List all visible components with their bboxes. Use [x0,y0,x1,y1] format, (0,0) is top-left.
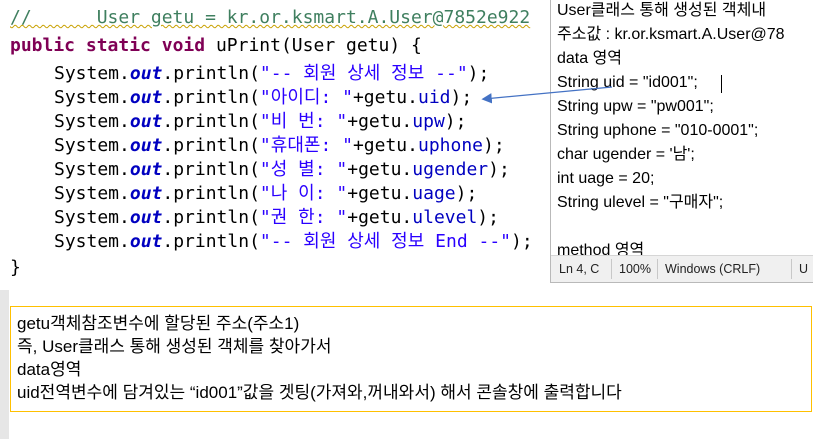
println-line: System.out.println("아이디: "+getu.uid); [54,87,473,108]
notepad-text-line[interactable]: char ugender = '남'; [557,143,695,167]
notepad-text-line[interactable]: int uage = 20; [557,167,654,191]
explanation-note: getu객체참조변수에 할당된 주소(주소1) 즉, User클래스 통해 생성된… [10,306,812,412]
method-signature: public static void uPrint(User getu) { [10,35,422,56]
status-encoding: U [799,262,809,276]
println-line: System.out.println("성 별: "+getu.ugender)… [54,159,510,180]
notepad-text-line[interactable]: String uphone = "010-0001"; [557,119,758,143]
println-line: System.out.println("비 번: "+getu.upw); [54,111,467,132]
notepad-text-line[interactable]: String uid = "id001"; [557,71,698,95]
notepad-text-line[interactable]: data 영역 [557,47,622,71]
println-line: System.out.println("권 한: "+getu.ulevel); [54,207,499,228]
notepad-text-line[interactable]: String ulevel = "구매자"; [557,191,723,215]
println-line: System.out.println("나 이: "+getu.uage); [54,183,478,204]
closing-brace: } [10,257,21,278]
note-line: getu객체참조변수에 할당된 주소(주소1) [17,314,300,333]
note-line: uid전역변수에 담겨있는 “id001”값을 겟팅(가져와,꺼내와서) 해서 … [17,383,622,402]
left-margin-bar [0,290,9,439]
text-caret [721,75,722,93]
note-line: 즉, User클래스 통해 생성된 객체를 찾아가서 [17,337,332,356]
status-line-ending: Windows (CRLF) [665,262,761,276]
comment-line: // User getu = kr.or.ksmart.A.User@7852e… [10,7,531,28]
notepad-text-line[interactable]: String upw = "pw001"; [557,95,714,119]
notepad-text-line[interactable]: 주소값 : kr.or.ksmart.A.User@78 [557,23,785,47]
note-line: data영역 [17,360,82,379]
notepad-window[interactable]: User클래스 통해 생성된 객체내 주소값 : kr.or.ksmart.A.U… [550,0,813,283]
status-zoom: 100% [619,262,651,276]
println-line: System.out.println("-- 회원 상세 정보 End --")… [54,231,533,252]
println-line: System.out.println("-- 회원 상세 정보 --"); [54,63,490,84]
println-line: System.out.println("휴대폰: "+getu.uphone); [54,135,505,156]
notepad-text-line[interactable]: User클래스 통해 생성된 객체내 [557,0,766,23]
status-position: Ln 4, C [559,262,600,276]
notepad-statusbar: Ln 4, C 100% Windows (CRLF) U [551,255,813,282]
